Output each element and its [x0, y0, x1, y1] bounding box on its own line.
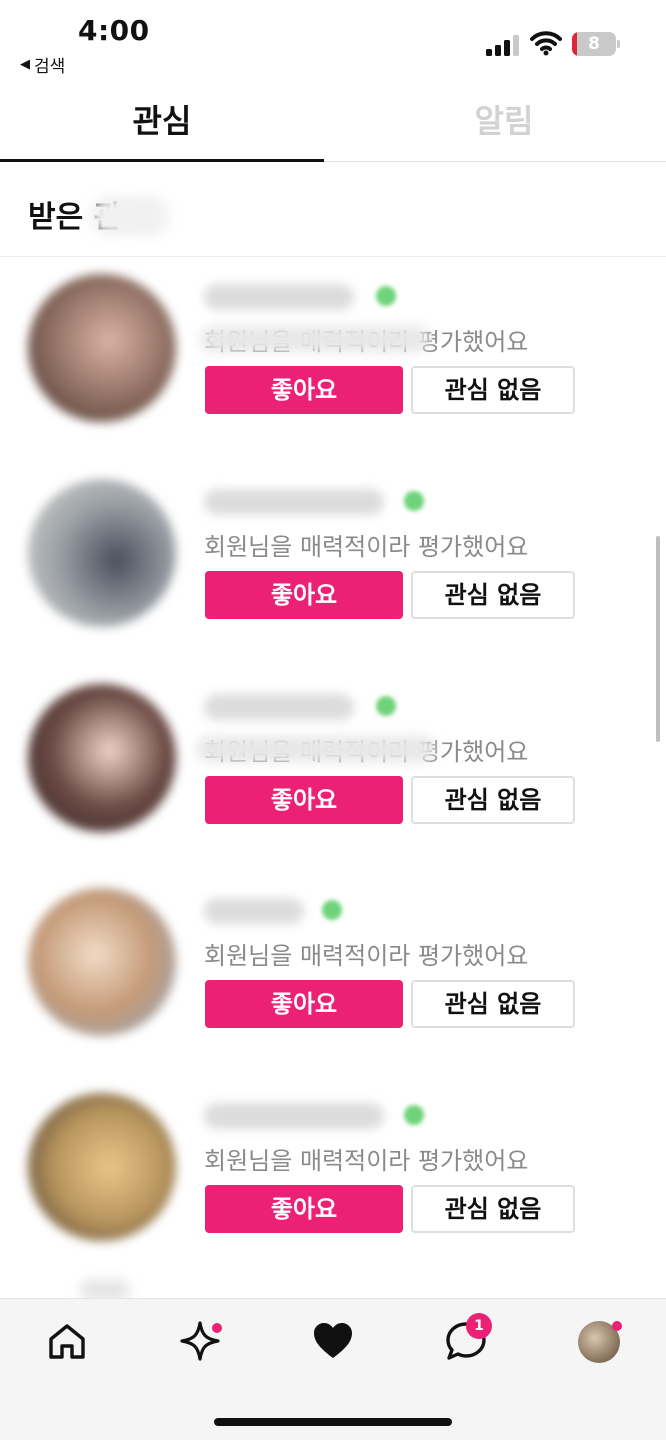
nav-home[interactable]: [45, 1319, 89, 1363]
avatar[interactable]: [28, 479, 176, 627]
blurred-region: [90, 196, 170, 236]
cellular-signal-icon: [486, 34, 520, 56]
nav-interest[interactable]: [311, 1319, 355, 1363]
list-item: 회원님을 매력적이라 평가했어요 좋아요 관심 없음: [0, 256, 666, 461]
scrollbar[interactable]: [656, 536, 660, 742]
online-indicator: [404, 1105, 424, 1125]
interest-message: 회원님을 매력적이라 평가했어요: [204, 533, 529, 561]
online-indicator: [376, 286, 396, 306]
profile-indicator-dot: [612, 1321, 622, 1331]
battery-icon: 8: [572, 32, 620, 56]
interest-message: 회원님을 매력적이라 평가했어요: [204, 1147, 529, 1175]
nav-discover[interactable]: [178, 1319, 222, 1363]
avatar[interactable]: [28, 274, 176, 422]
blurred-name: [204, 284, 354, 310]
chat-unread-badge: 1: [466, 1313, 492, 1339]
tab-bar: 관심 알림: [0, 86, 666, 162]
list-item: 회원님을 매력적이라 평가했어요 좋아요 관심 없음: [0, 870, 666, 1075]
like-button[interactable]: 좋아요: [205, 776, 403, 824]
not-interested-button[interactable]: 관심 없음: [411, 1185, 575, 1233]
avatar[interactable]: [28, 888, 176, 1036]
not-interested-button[interactable]: 관심 없음: [411, 776, 575, 824]
partial-avatar: [80, 1280, 130, 1300]
list-item: 회원님을 매력적이라 평가했어요 좋아요 관심 없음: [0, 461, 666, 666]
blurred-name: [204, 694, 354, 720]
home-icon: [49, 1324, 85, 1359]
blurred-name: [204, 898, 304, 924]
tab-interest[interactable]: 관심: [0, 86, 324, 162]
blurred-message: [196, 736, 436, 762]
list-item: 회원님을 매력적이라 평가했어요 좋아요 관심 없음: [0, 666, 666, 871]
home-indicator: [214, 1418, 452, 1426]
tab-notifications[interactable]: 알림: [342, 86, 666, 162]
status-bar: 4:00 ◀ 검색 8: [0, 0, 666, 80]
blurred-name: [204, 1103, 384, 1129]
like-button[interactable]: 좋아요: [205, 980, 403, 1028]
not-interested-button[interactable]: 관심 없음: [411, 366, 575, 414]
online-indicator: [404, 491, 424, 511]
nav-chat[interactable]: 1: [444, 1313, 492, 1363]
not-interested-button[interactable]: 관심 없음: [411, 980, 575, 1028]
online-indicator: [322, 900, 342, 920]
heart-icon: [314, 1323, 352, 1358]
wifi-icon: [530, 30, 562, 56]
back-arrow-icon: ◀: [20, 57, 30, 72]
avatar[interactable]: [28, 684, 176, 832]
battery-level: 8: [588, 34, 600, 54]
blurred-name: [204, 489, 384, 515]
online-indicator: [376, 696, 396, 716]
new-indicator-dot: [212, 1323, 222, 1333]
like-button[interactable]: 좋아요: [205, 571, 403, 619]
blurred-message: [200, 326, 430, 352]
interest-message: 회원님을 매력적이라 평가했어요: [204, 942, 529, 970]
status-time: 4:00: [78, 14, 150, 47]
back-to-search-link[interactable]: ◀ 검색: [20, 52, 65, 77]
avatar[interactable]: [28, 1093, 176, 1241]
not-interested-button[interactable]: 관심 없음: [411, 571, 575, 619]
like-button[interactable]: 좋아요: [205, 366, 403, 414]
list-item: 회원님을 매력적이라 평가했어요 좋아요 관심 없음: [0, 1075, 666, 1280]
back-label: 검색: [34, 57, 66, 77]
like-button[interactable]: 좋아요: [205, 1185, 403, 1233]
